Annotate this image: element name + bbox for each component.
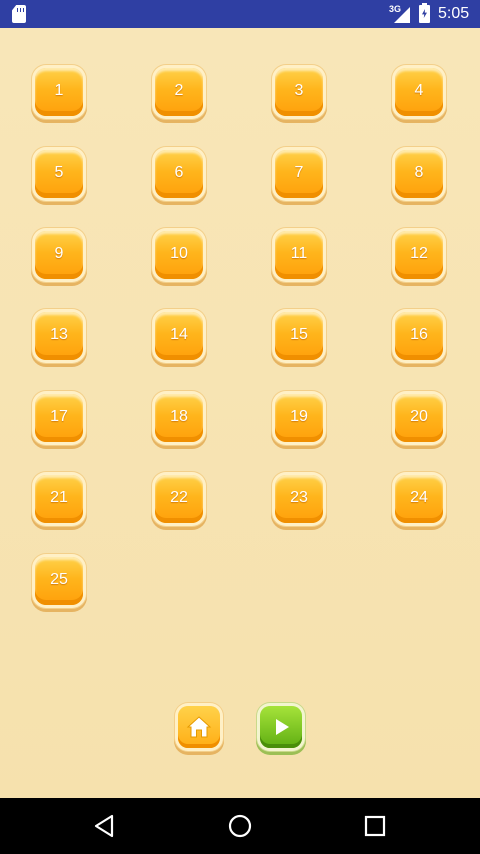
- level-button-5[interactable]: 5: [35, 150, 83, 198]
- level-button-24[interactable]: 24: [395, 475, 443, 523]
- sd-card-icon: [12, 5, 26, 23]
- level-button-4[interactable]: 4: [395, 68, 443, 116]
- back-icon[interactable]: [91, 812, 119, 840]
- level-button-20[interactable]: 20: [395, 394, 443, 442]
- home-icon: [186, 716, 212, 738]
- level-button-15[interactable]: 15: [275, 312, 323, 360]
- level-button-7[interactable]: 7: [275, 150, 323, 198]
- level-select-screen: 1 2 3 4 5 6 7 8 9 10 11 12 13 14 15 16 1…: [0, 28, 480, 798]
- play-icon: [276, 719, 289, 735]
- network-type-label: 3G: [389, 4, 402, 14]
- level-button-8[interactable]: 8: [395, 150, 443, 198]
- home-circle-icon[interactable]: [226, 812, 254, 840]
- level-button-2[interactable]: 2: [155, 68, 203, 116]
- level-button-16[interactable]: 16: [395, 312, 443, 360]
- level-button-12[interactable]: 12: [395, 231, 443, 279]
- level-button-10[interactable]: 10: [155, 231, 203, 279]
- level-button-13[interactable]: 13: [35, 312, 83, 360]
- level-button-3[interactable]: 3: [275, 68, 323, 116]
- level-button-14[interactable]: 14: [155, 312, 203, 360]
- status-bar: 3G 5:05: [0, 0, 480, 28]
- play-button[interactable]: [260, 706, 302, 748]
- level-button-21[interactable]: 21: [35, 475, 83, 523]
- level-button-9[interactable]: 9: [35, 231, 83, 279]
- level-button-25[interactable]: 25: [35, 557, 83, 605]
- home-button[interactable]: [178, 706, 220, 748]
- level-button-11[interactable]: 11: [275, 231, 323, 279]
- level-button-22[interactable]: 22: [155, 475, 203, 523]
- level-button-1[interactable]: 1: [35, 68, 83, 116]
- recents-icon[interactable]: [361, 812, 389, 840]
- level-button-17[interactable]: 17: [35, 394, 83, 442]
- level-button-19[interactable]: 19: [275, 394, 323, 442]
- battery-charging-icon: [419, 3, 430, 23]
- level-button-23[interactable]: 23: [275, 475, 323, 523]
- navigation-bar: [0, 798, 480, 854]
- level-button-18[interactable]: 18: [155, 394, 203, 442]
- status-clock: 5:05: [438, 5, 470, 22]
- level-button-6[interactable]: 6: [155, 150, 203, 198]
